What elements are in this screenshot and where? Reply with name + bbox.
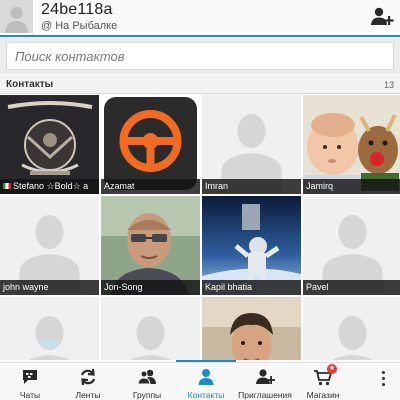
tab-chats[interactable]: Чаты (6, 363, 54, 400)
contact-icon (198, 369, 214, 385)
tab-label: Чаты (19, 390, 41, 400)
contact-tile[interactable]: john wayne (0, 196, 99, 295)
contact-tile[interactable]: Azamat (101, 95, 200, 194)
contact-tile[interactable]: Jamirq (303, 95, 400, 194)
tab-label: Приглашения (238, 390, 292, 400)
tab-contacts[interactable]: Контакты (178, 363, 234, 400)
profile-header[interactable]: 24be118a @ На Рыбалке (0, 0, 400, 35)
contact-name: Jamirq (303, 179, 400, 194)
contact-name: Stefano ☆Bold☆ a (0, 179, 99, 194)
contact-tile[interactable] (0, 297, 99, 360)
header-divider (0, 35, 400, 37)
refresh-icon (80, 368, 96, 386)
groups-icon (137, 369, 156, 385)
contacts-count: 13 (383, 80, 394, 90)
contact-name: Imran (202, 179, 301, 194)
contact-name: Pavel (303, 280, 400, 295)
contact-name: john wayne (0, 280, 99, 295)
bbm-app: 24be118a @ На Рыбалке Контакты 13 (0, 0, 400, 400)
invite-icon (256, 369, 275, 384)
user-status: @ На Рыбалке (41, 20, 118, 32)
tab-feeds[interactable]: Ленты (62, 363, 114, 400)
search-input[interactable] (6, 42, 394, 70)
contact-name: Jon-Song (101, 280, 200, 295)
overflow-dot-icon (381, 383, 385, 386)
default-avatar (0, 297, 99, 360)
overflow-dot-icon (381, 377, 385, 380)
tab-label: Контакты (187, 390, 225, 400)
young-man-photo (202, 297, 301, 360)
tab-invites[interactable]: Приглашения (236, 363, 294, 400)
contact-tile[interactable]: Kapil bhatia (202, 196, 301, 295)
contact-tile[interactable]: Imran (202, 95, 301, 194)
contact-tile[interactable]: Pavel (303, 196, 400, 295)
contact-name: Kapil bhatia (202, 280, 301, 295)
contact-name: Azamat (101, 179, 200, 194)
add-person-icon (371, 7, 394, 25)
add-contact-button[interactable] (370, 5, 394, 29)
italy-flag-icon (3, 183, 11, 189)
overflow-dot-icon (381, 371, 385, 374)
tab-label: Группы (132, 390, 162, 400)
contact-tile[interactable]: Stefano ☆Bold☆ a (0, 95, 99, 194)
store-badge: ★ (327, 364, 337, 374)
contact-tile[interactable]: Jon-Song (101, 196, 200, 295)
contact-tile[interactable] (202, 297, 301, 360)
more-options-button[interactable] (380, 371, 386, 391)
bbm-chat-icon (23, 370, 37, 384)
default-avatar (303, 297, 400, 360)
avatar[interactable] (0, 0, 33, 33)
contacts-section-header: Контакты 13 (0, 76, 400, 94)
user-name: 24be118a (41, 1, 113, 18)
search-bar (0, 38, 400, 74)
tab-label: Магазин (306, 390, 340, 400)
section-title: Контакты (6, 79, 54, 90)
contact-tile[interactable] (101, 297, 200, 360)
tab-label: Ленты (75, 390, 101, 400)
tab-groups[interactable]: Группы (120, 363, 174, 400)
contacts-grid: Stefano ☆Bold☆ a Azamat Imran Jamirq joh… (0, 95, 400, 360)
bottom-tab-bar: Чаты Ленты Группы Контакты Приглашения ★… (0, 362, 400, 400)
contact-tile[interactable] (303, 297, 400, 360)
tab-shop[interactable]: ★ Магазин (298, 363, 348, 400)
default-avatar (101, 297, 200, 360)
